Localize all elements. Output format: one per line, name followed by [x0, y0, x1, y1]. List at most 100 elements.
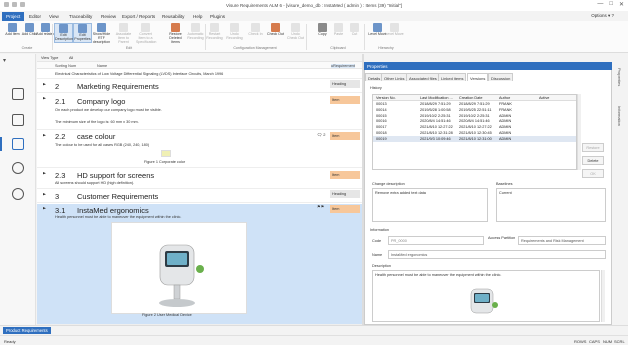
options-menu[interactable]: Options ▾ ?: [591, 13, 614, 19]
tab-associated-files[interactable]: Associated files: [406, 73, 440, 81]
menu-tab-reusability[interactable]: Reusability: [158, 12, 188, 21]
ribbon-check-in-button[interactable]: Check In: [246, 23, 265, 37]
traceability-icon[interactable]: [12, 162, 24, 174]
undo-recording-icon: [230, 23, 239, 32]
requirement-text: The minimum size of the logo is: 60 mm x…: [55, 120, 139, 124]
menu-tab-traceability[interactable]: Traceability: [65, 12, 96, 21]
table-row[interactable]: 2.3 HD support for screens All screens s…: [37, 169, 362, 189]
column-header[interactable]: Creation Date: [459, 96, 482, 100]
items-view-icon[interactable]: [12, 88, 24, 100]
menu-tab-review[interactable]: Review: [97, 12, 120, 21]
name-field[interactable]: InstaMed ergonomics: [388, 250, 606, 259]
menu-tab-export-reports[interactable]: Export / Reports: [118, 12, 159, 21]
menu-bar: Options ▾ ? Project Editor View Traceabilit…: [0, 11, 628, 21]
close-button[interactable]: ✕: [619, 1, 624, 8]
document-toolbar: View Type All: [37, 54, 362, 62]
ribbon-restart-recording-button[interactable]: Restart Recording: [205, 23, 224, 41]
ok-button[interactable]: OK: [582, 169, 604, 178]
column-header[interactable]: Last Modification ...: [420, 96, 453, 100]
baselines-list[interactable]: Current: [496, 188, 606, 222]
title-bar: Visure Requirements ALM 6 - [visure_demo…: [0, 0, 628, 11]
ribbon-edit-properties-button[interactable]: Edit Properties: [73, 23, 92, 43]
ribbon-check-out-button[interactable]: Check Out: [266, 23, 285, 37]
description-scrollbar[interactable]: [601, 270, 605, 322]
delete-button[interactable]: Delete: [582, 156, 604, 165]
ribbon-level-move-button[interactable]: Level Move: [385, 23, 404, 37]
ribbon-button-label: Edit Description: [55, 33, 73, 41]
ribbon-convert-item-to-a-specification-button[interactable]: Convert Item to a Specification: [136, 23, 156, 44]
ribbon-cut-button[interactable]: Cut: [345, 23, 364, 37]
flag-icon: [43, 172, 46, 175]
tab-linked-items[interactable]: Linked items: [438, 73, 467, 81]
column-header[interactable]: Version No.: [376, 96, 396, 100]
ribbon-automatic-recording-button[interactable]: Automatic Recording: [186, 23, 205, 41]
document-tab[interactable]: Product Requirements: [3, 327, 51, 334]
view-type-label[interactable]: View Type: [41, 56, 58, 60]
column-header[interactable]: Author: [499, 96, 510, 100]
rail-properties-tab[interactable]: Properties: [617, 68, 622, 86]
column-header[interactable]: Active: [539, 96, 549, 100]
menu-tab-project[interactable]: Project: [2, 12, 25, 21]
menu-tab-help[interactable]: Help: [189, 12, 206, 21]
access-partition-field[interactable]: Requirements and Risk Management: [518, 236, 606, 245]
tree-toggle-icon[interactable]: ▾: [3, 57, 6, 64]
document-view-icon[interactable]: [12, 138, 24, 150]
table-row[interactable]: 3 Customer Requirements Heading: [37, 190, 362, 203]
grid-view-icon[interactable]: [12, 114, 24, 126]
code-field[interactable]: PR_0000: [388, 236, 484, 245]
version-cell: 00014: [376, 107, 387, 112]
ribbon-group-label: Hierarchy: [378, 46, 394, 50]
ribbon-button-label: Cut: [351, 32, 358, 36]
add-item-icon: [8, 23, 17, 32]
menu-tab-view[interactable]: View: [45, 12, 63, 21]
requirement-text: On each product we develop our company l…: [55, 108, 162, 112]
tab-discussion[interactable]: Discussion: [488, 73, 514, 81]
comment-count[interactable]: 🗨 2: [317, 132, 325, 137]
network-icon[interactable]: [12, 188, 24, 200]
type-tag: Item: [330, 205, 360, 213]
table-row-selected[interactable]: 3.1 InstaMed ergonomics Health personnel…: [37, 204, 362, 325]
ribbon-edit-description-button[interactable]: Edit Description: [54, 23, 73, 43]
change-description-label: Change description: [372, 182, 405, 186]
rail-information-tab[interactable]: Information: [617, 106, 622, 126]
ribbon-associate-item-to-parent-button[interactable]: Associate Item to Parent: [114, 23, 133, 44]
tab-other-links[interactable]: Other Links: [381, 73, 408, 81]
description-field[interactable]: Health personnel must be able to maneuve…: [372, 270, 600, 322]
version-cell: 2019/10/2 2:25:31: [420, 113, 451, 118]
version-cell: ADMIN: [499, 125, 512, 130]
ribbon-undo-check-out-button[interactable]: Undo Check Out: [286, 23, 305, 41]
table-row[interactable]: 2.2 case colour The colour to be used fo…: [37, 131, 362, 168]
versions-scrollbar[interactable]: [577, 94, 581, 170]
menu-tab-plugins[interactable]: Plugins: [206, 12, 229, 21]
associate-item-to-parent-icon: [119, 23, 128, 32]
version-cell: 2018/8/29 7:51:29: [459, 102, 490, 106]
status-scrl: SCRL: [614, 338, 625, 344]
minimize-button[interactable]: —: [597, 1, 603, 8]
restore-button[interactable]: Restore: [582, 143, 604, 152]
level-move-icon: [373, 23, 382, 32]
row-icons[interactable]: ⚑⚑: [317, 204, 324, 209]
maximize-button[interactable]: □: [609, 1, 613, 8]
ribbon-show-hide-rtf-description-button[interactable]: Show/Hide RTF description: [92, 23, 111, 44]
version-row[interactable]: 00019 2021/9/3 10:09:46 2021/8/10 12:31:00…: [373, 135, 576, 142]
window-title: Visure Requirements ALM 6 - [visure_demo…: [226, 3, 402, 8]
ribbon-restore-deleted-items-button[interactable]: Restore Deleted Items: [166, 23, 185, 44]
column-name[interactable]: Name: [97, 64, 107, 68]
status-caps: CAPS: [589, 338, 600, 344]
version-cell: 2021/8/10 12:31:00: [459, 136, 492, 141]
column-urequirement[interactable]: uRequirement: [331, 63, 355, 68]
intro-row[interactable]: Electrical Characteristics of Low Voltag…: [37, 70, 362, 79]
change-description-field[interactable]: Remove extra added text data: [372, 188, 488, 222]
table-row[interactable]: 2.1 Company logo On each product we deve…: [37, 94, 362, 130]
tab-versions[interactable]: Versions: [467, 73, 489, 81]
filter-all-label[interactable]: All: [69, 56, 73, 60]
menu-tab-editor[interactable]: Editor: [25, 12, 45, 21]
ribbon-undo-recording-button[interactable]: Undo Recording: [225, 23, 244, 41]
table-row[interactable]: 2 Marketing Requirements Heading: [37, 80, 362, 93]
version-cell: 2021/8/10 12:31:28: [420, 131, 453, 135]
right-rail: Properties Information: [614, 54, 628, 325]
column-sorting-num[interactable]: Sorting Num: [55, 64, 76, 68]
version-cell: 00019: [376, 136, 387, 141]
cut-icon: [350, 23, 359, 32]
ribbon-button-label: Restore Deleted Items: [169, 32, 182, 44]
